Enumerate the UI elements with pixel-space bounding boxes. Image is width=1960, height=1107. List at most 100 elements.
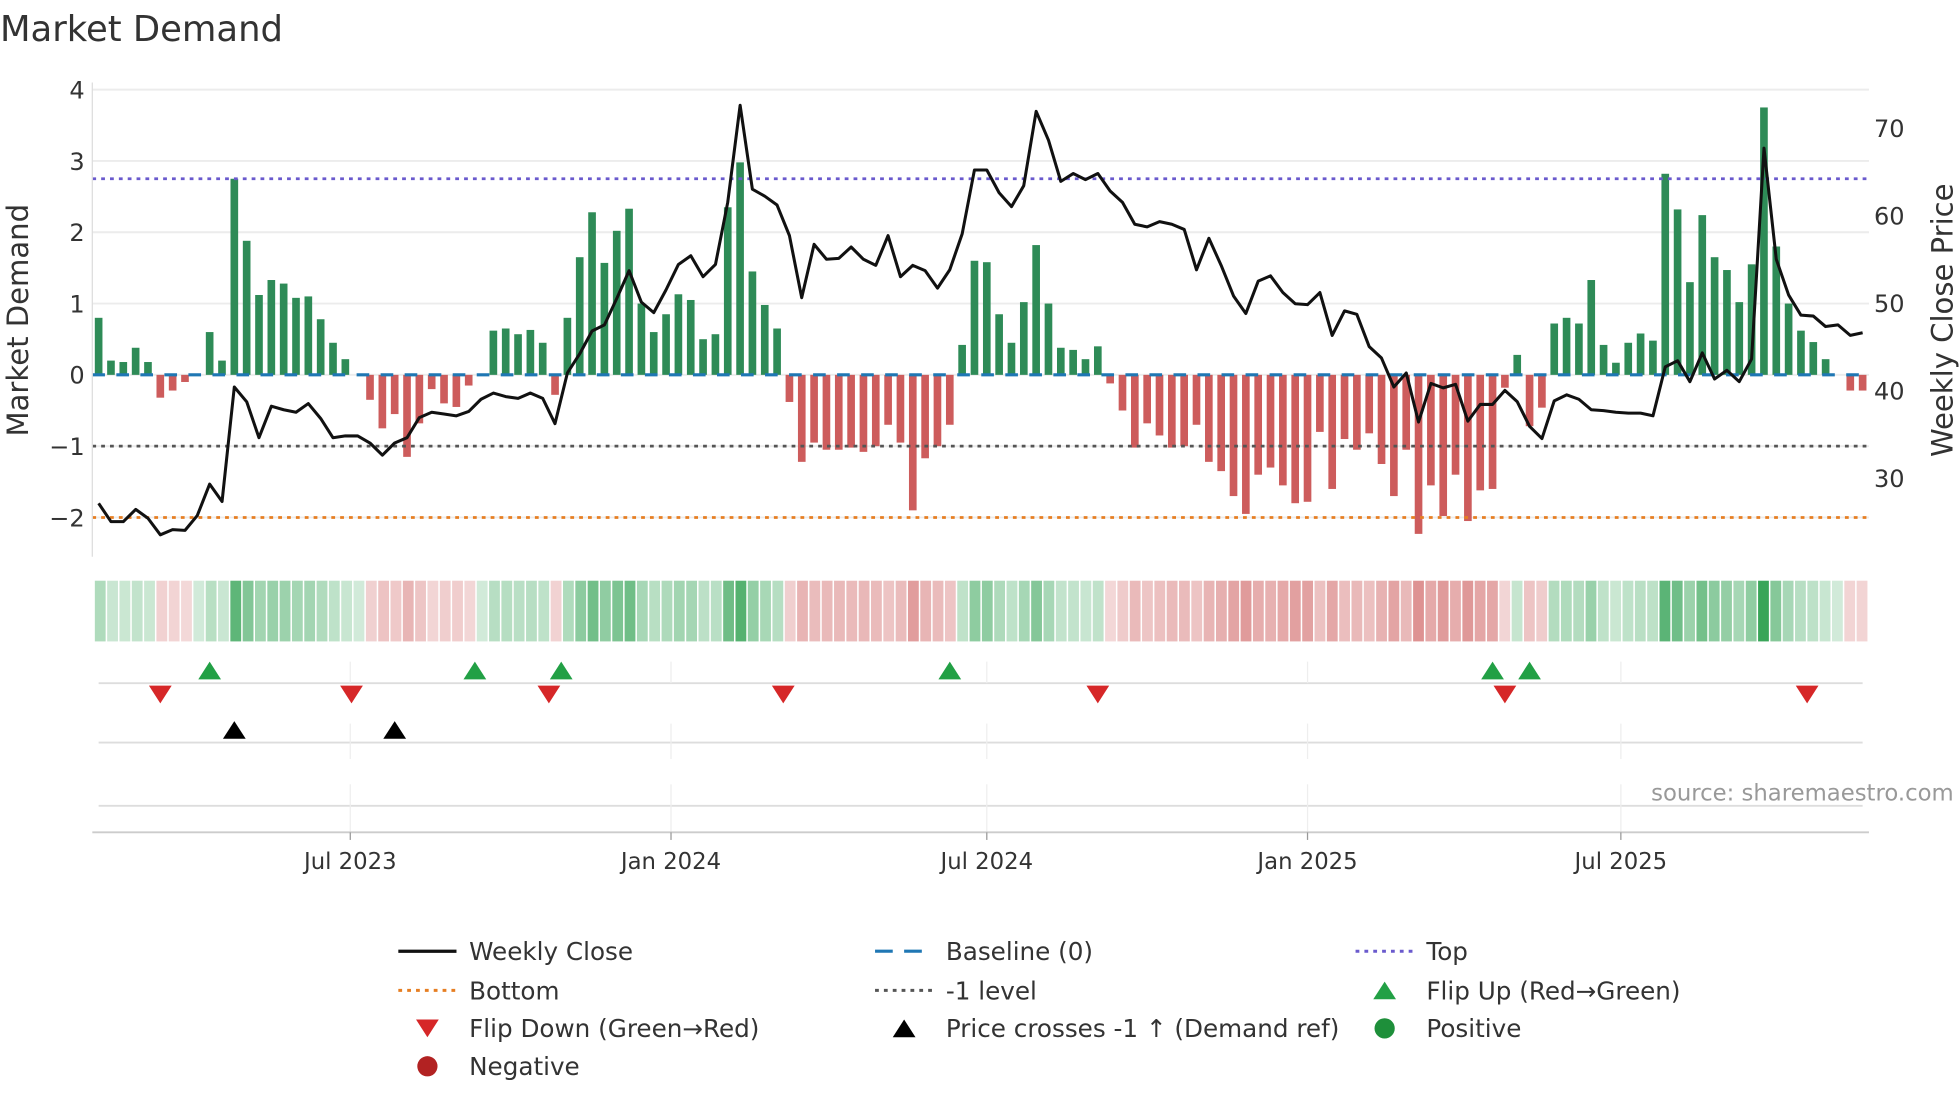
heat-cell xyxy=(723,580,734,642)
heat-cell xyxy=(1684,580,1695,642)
demand-bar-negative xyxy=(1291,374,1300,504)
heat-cell xyxy=(1659,580,1671,642)
heat-cell xyxy=(328,580,340,642)
heat-cell xyxy=(673,580,685,642)
heat-cell xyxy=(784,580,796,642)
heat-cell xyxy=(1265,580,1277,642)
x-tick-label: Jul 2024 xyxy=(939,849,1034,875)
heat-cell xyxy=(957,580,969,642)
heat-cell xyxy=(1400,580,1412,642)
demand-bar-negative xyxy=(1488,374,1497,489)
heat-cell xyxy=(1671,580,1683,642)
heat-cell xyxy=(858,580,870,642)
heat-cell xyxy=(1031,580,1042,642)
heat-cell xyxy=(846,580,858,642)
demand-bar-positive xyxy=(329,342,337,375)
demand-bar-positive xyxy=(1735,302,1744,375)
heat-cell xyxy=(1240,580,1252,642)
heat-cell xyxy=(365,580,377,642)
heat-cell xyxy=(1326,580,1338,642)
demand-bar-positive xyxy=(131,347,140,375)
demand-bar-negative xyxy=(1205,374,1213,462)
heat-cell xyxy=(1166,580,1178,642)
flip-up-marker xyxy=(1518,661,1541,680)
legend-swatch-triangle-up xyxy=(1373,981,1397,1000)
demand-bar-negative xyxy=(1266,374,1275,468)
demand-bar-positive xyxy=(1081,359,1090,375)
demand-bar-positive xyxy=(674,294,683,375)
heat-cell xyxy=(94,580,106,642)
demand-bar-negative xyxy=(1155,374,1164,436)
heat-cell xyxy=(1523,580,1535,642)
flip-down-marker xyxy=(537,685,561,704)
demand-bar-positive xyxy=(1575,323,1583,375)
heat-cell xyxy=(1474,580,1486,642)
demand-bar-positive xyxy=(1019,302,1028,375)
demand-bar-negative xyxy=(859,374,868,452)
demand-bar-positive xyxy=(699,339,707,375)
demand-bar-positive xyxy=(1562,317,1571,375)
demand-bar-positive xyxy=(514,334,522,375)
demand-bar-negative xyxy=(1476,374,1485,491)
heat-cell xyxy=(1831,580,1843,642)
demand-bar-negative xyxy=(1501,374,1509,388)
heat-cell xyxy=(1536,580,1548,642)
demand-bar-positive xyxy=(649,332,658,375)
heat-cell xyxy=(526,580,537,642)
heat-cell xyxy=(1179,580,1190,642)
flip-up-marker xyxy=(198,661,222,680)
demand-bar-positive xyxy=(1007,342,1016,375)
heat-cell xyxy=(1450,580,1461,642)
heat-cell xyxy=(1437,580,1449,642)
flip-down-marker xyxy=(148,685,172,704)
heat-cell xyxy=(1351,580,1363,642)
heat-cell xyxy=(1696,580,1708,642)
heat-cell xyxy=(168,580,180,642)
demand-bar-negative xyxy=(1254,374,1263,475)
demand-bar-positive xyxy=(267,280,276,375)
heat-cell xyxy=(994,580,1006,642)
y2-axis-label: Weekly Close Price xyxy=(1925,183,1959,457)
heat-cell xyxy=(636,580,648,642)
heat-cell xyxy=(1363,580,1375,642)
heat-cell xyxy=(144,580,155,642)
demand-bar-negative xyxy=(797,374,806,462)
demand-bar-negative xyxy=(1464,374,1472,522)
heat-cell xyxy=(1413,580,1424,642)
demand-bar-negative xyxy=(933,374,942,447)
demand-bar-negative xyxy=(1229,374,1238,497)
flip-up-marker xyxy=(549,661,573,680)
demand-bar-negative xyxy=(1118,374,1127,411)
demand-bar-positive xyxy=(242,240,251,375)
demand-bar-negative xyxy=(181,374,189,382)
demand-bar-positive xyxy=(144,362,152,375)
demand-bar-negative xyxy=(1846,374,1855,391)
heat-cell xyxy=(1560,580,1572,642)
demand-bar-negative xyxy=(945,374,954,425)
heat-cell xyxy=(710,580,722,642)
heat-cell xyxy=(1142,580,1153,642)
demand-bar-positive xyxy=(970,260,979,375)
demand-bar-positive xyxy=(1624,342,1633,375)
demand-bar-positive xyxy=(119,362,128,375)
legend-label: Price crosses -1 ↑ (Demand ref) xyxy=(946,1014,1340,1043)
heat-cell xyxy=(1622,580,1634,642)
heat-cell xyxy=(439,580,451,642)
demand-bar-negative xyxy=(1538,374,1546,408)
heat-cell xyxy=(538,580,550,642)
heat-cell xyxy=(575,580,587,642)
heat-cell xyxy=(920,580,932,642)
heat-cell xyxy=(1055,580,1067,642)
heat-cell xyxy=(242,580,254,642)
demand-bar-negative xyxy=(834,374,843,450)
demand-bar-negative xyxy=(1217,374,1226,472)
heat-cell xyxy=(230,580,242,642)
demand-bar-positive xyxy=(1661,173,1670,375)
demand-bar-negative xyxy=(168,374,177,391)
demand-bar-positive xyxy=(711,334,720,375)
heat-cell xyxy=(1708,580,1720,642)
demand-bar-positive xyxy=(1673,209,1682,375)
heat-cell xyxy=(1215,580,1227,642)
demand-bar-positive xyxy=(218,360,226,375)
demand-bar-negative xyxy=(908,374,917,511)
